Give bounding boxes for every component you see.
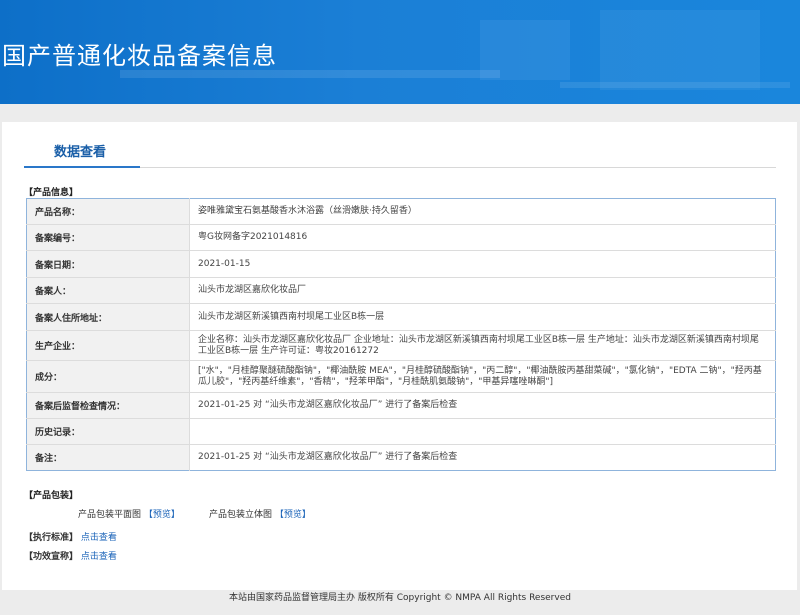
efficacy-view-link[interactable]: 点击查看: [81, 552, 117, 562]
table-row: 备案人： 汕头市龙湖区嘉欣化妆品厂: [26, 277, 776, 304]
header-decoration: [480, 20, 570, 80]
product-info-table: 产品名称： 姿唯雅黛宝石氨基酸香水沐浴露（丝滑嫩肤·持久留香） 备案编号： 粤G…: [26, 198, 776, 471]
table-row: 备注： 2021-01-25 对 “汕头市龙湖区嘉欣化妆品厂” 进行了备案后检查: [26, 444, 776, 471]
standard-row: 【执行标准】 点击查看: [24, 530, 117, 543]
row-value: 姿唯雅黛宝石氨基酸香水沐浴露（丝滑嫩肤·持久留香）: [189, 198, 776, 225]
row-label: 备案后监督检查情况：: [26, 392, 190, 419]
package-solid-label: 产品包装立体图: [209, 510, 273, 520]
table-row: 成分： ["水"，"月桂醇聚醚硫酸酯钠"，"椰油酰胺 MEA"，"月桂醇硫酸酯钠…: [26, 360, 776, 393]
efficacy-row: 【功效宣称】 点击查看: [24, 549, 117, 562]
row-value: 汕头市龙湖区嘉欣化妆品厂: [189, 277, 776, 304]
package-solid-preview-link[interactable]: 【预览】: [275, 510, 311, 520]
header-decoration: [120, 70, 500, 78]
row-label: 备注：: [26, 444, 190, 471]
header-decoration: [560, 82, 790, 88]
content-card: 数据查看 【产品信息】 产品名称： 姿唯雅黛宝石氨基酸香水沐浴露（丝滑嫩肤·持久…: [2, 122, 797, 590]
tab-data-view[interactable]: 数据查看: [54, 141, 106, 160]
package-heading: 【产品包装】: [24, 491, 79, 501]
standard-view-link[interactable]: 点击查看: [81, 533, 117, 543]
row-value: 2021-01-25 对 “汕头市龙湖区嘉欣化妆品厂” 进行了备案后检查: [198, 452, 458, 462]
package-solid-row: 产品包装立体图 【预览】: [209, 507, 311, 520]
row-label: 备案日期：: [26, 250, 190, 278]
package-flat-label: 产品包装平面图: [78, 510, 142, 520]
table-row: 备案日期： 2021-01-15: [26, 250, 776, 278]
row-value: 粤G妆网备字2021014816: [189, 224, 776, 251]
header-decoration: [600, 10, 760, 90]
row-value: 企业名称：汕头市龙湖区嘉欣化妆品厂 企业地址：汕头市龙湖区新溪镇西南村坝尾工业区…: [189, 330, 776, 361]
page-title: 国产普通化妆品备案信息: [2, 42, 277, 70]
row-value: 2021-01-15: [189, 250, 776, 278]
table-row: 生产企业： 企业名称：汕头市龙湖区嘉欣化妆品厂 企业地址：汕头市龙湖区新溪镇西南…: [26, 330, 776, 361]
table-row: 备案编号： 粤G妆网备字2021014816: [26, 224, 776, 251]
table-row: 产品名称： 姿唯雅黛宝石氨基酸香水沐浴露（丝滑嫩肤·持久留香）: [26, 198, 776, 225]
row-value: 汕头市龙湖区新溪镇西南村坝尾工业区B栋一层: [189, 303, 776, 331]
table-row: 备案后监督检查情况： 2021-01-25 对 “汕头市龙湖区嘉欣化妆品厂” 进…: [26, 392, 776, 419]
product-info-heading: 【产品信息】: [24, 188, 79, 198]
table-row: 备案人住所地址： 汕头市龙湖区新溪镇西南村坝尾工业区B栋一层: [26, 303, 776, 331]
row-label: 备案编号：: [26, 224, 190, 251]
row-label: 历史记录：: [26, 418, 190, 445]
row-label: 成分：: [26, 360, 190, 393]
row-value: [189, 418, 776, 445]
package-flat-preview-link[interactable]: 【预览】: [144, 510, 180, 520]
row-label: 备案人住所地址：: [26, 303, 190, 331]
row-value: ["水"，"月桂醇聚醚硫酸酯钠"，"椰油酰胺 MEA"，"月桂醇硫酸酯钠"，"丙…: [189, 360, 776, 393]
package-flat-row: 产品包装平面图 【预览】: [78, 507, 180, 520]
page-footer: 本站由国家药品监督管理局主办 版权所有 Copyright © NMPA All…: [229, 593, 571, 603]
row-label: 生产企业：: [26, 330, 190, 361]
page-header: 国产普通化妆品备案信息: [0, 0, 800, 104]
row-label: 产品名称：: [26, 198, 190, 225]
table-row: 历史记录：: [26, 418, 776, 445]
active-tab-indicator: [24, 166, 140, 168]
row-value: 2021-01-25 对 “汕头市龙湖区嘉欣化妆品厂” 进行了备案后检查: [189, 392, 776, 419]
row-label: 备案人：: [26, 277, 190, 304]
standard-heading: 【执行标准】: [24, 533, 79, 543]
efficacy-heading: 【功效宣称】: [24, 552, 79, 562]
